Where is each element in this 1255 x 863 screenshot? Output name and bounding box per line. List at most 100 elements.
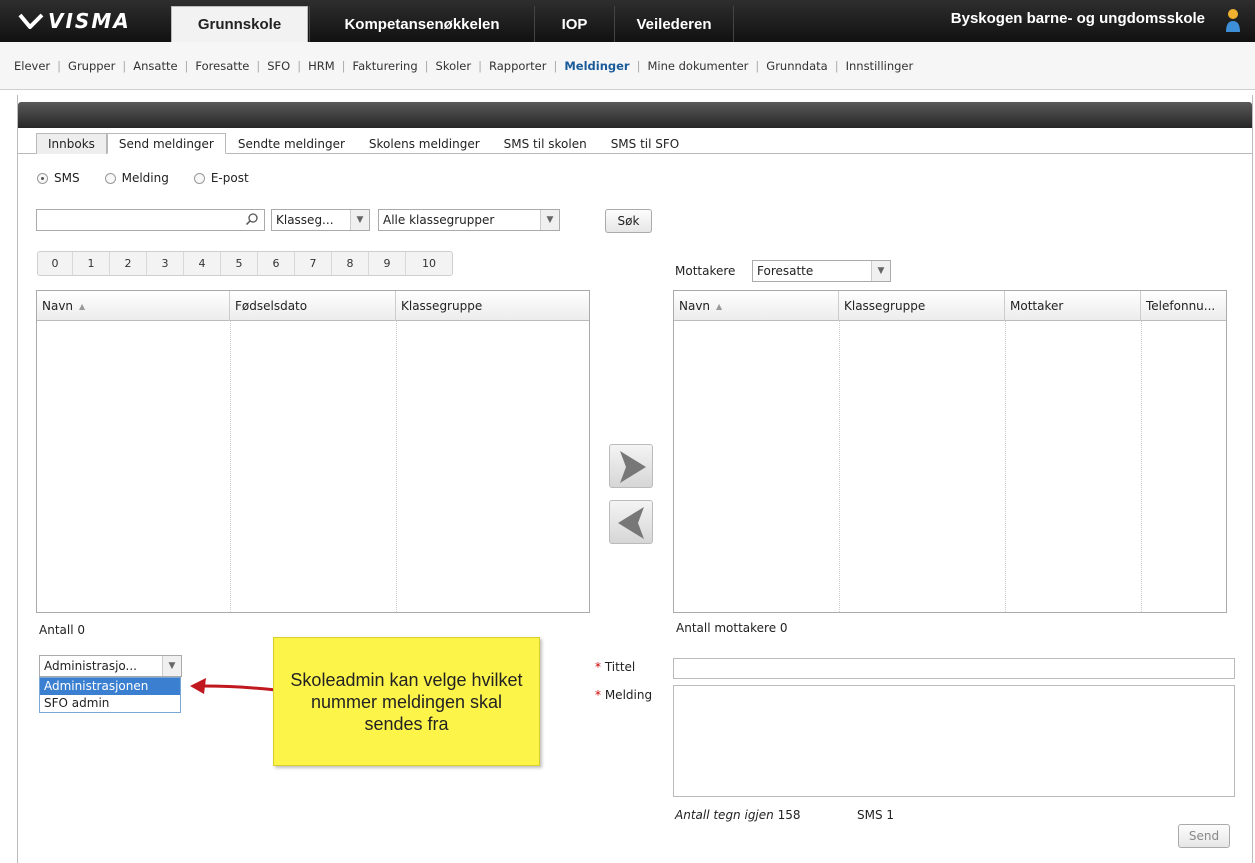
grade-3-button[interactable]: 3 xyxy=(147,252,184,275)
filter-group-value: Alle klassegrupper xyxy=(383,213,495,227)
recipients-label: Mottakere xyxy=(675,264,736,278)
recipients-type-value: Foresatte xyxy=(757,264,814,278)
grade-2-button[interactable]: 2 xyxy=(110,252,147,275)
chevron-down-icon[interactable]: ▼ xyxy=(350,210,369,230)
subnav-items: Elever | Grupper | Ansatte | Foresatte | SFO… xyxy=(14,59,914,73)
sender-option-sfo-admin[interactable]: SFO admin xyxy=(40,695,180,712)
tab-veilederen[interactable]: Veilederen xyxy=(614,6,734,42)
radio-sms[interactable]: SMS xyxy=(37,171,80,185)
students-grid-header: Navn ▲ Fødselsdato Klassegruppe xyxy=(37,291,589,321)
tab-skolens-meldinger[interactable]: Skolens meldinger xyxy=(357,133,492,154)
filter-type-select[interactable]: Klasseg... ▼ xyxy=(271,209,370,231)
grade-7-button[interactable]: 7 xyxy=(295,252,332,275)
grade-5-button[interactable]: 5 xyxy=(221,252,258,275)
subnav-elever[interactable]: Elever xyxy=(14,59,50,73)
chevron-down-icon[interactable]: ▼ xyxy=(540,210,559,230)
column-fodselsdato[interactable]: Fødselsdato xyxy=(230,291,396,321)
sender-dropdown-list: Administrasjonen SFO admin xyxy=(39,677,181,713)
required-marker: * xyxy=(595,688,601,702)
column-klassegruppe-label: Klassegruppe xyxy=(401,299,483,313)
column-recipient-telefonnummer[interactable]: Telefonnu... xyxy=(1141,291,1226,321)
column-klassegruppe[interactable]: Klassegruppe xyxy=(396,291,589,321)
column-recipient-navn-label: Navn xyxy=(679,299,711,313)
recipients-grid: Navn ▲ Klassegruppe Mottaker Telefonnu..… xyxy=(673,290,1227,613)
chevron-down-icon[interactable]: ▼ xyxy=(162,656,181,676)
tab-sendte-meldinger[interactable]: Sendte meldinger xyxy=(226,133,357,154)
grid-column-divider xyxy=(396,321,397,612)
sender-option-administrasjonen[interactable]: Administrasjonen xyxy=(40,678,180,695)
remove-recipients-button[interactable] xyxy=(609,500,653,544)
grade-6-button[interactable]: 6 xyxy=(258,252,295,275)
message-label-text: Melding xyxy=(604,688,653,702)
subnav-hrm[interactable]: HRM xyxy=(308,59,335,73)
search-input[interactable] xyxy=(36,209,265,231)
grade-4-button[interactable]: 4 xyxy=(184,252,221,275)
subnav-fakturering[interactable]: Fakturering xyxy=(353,59,418,73)
radio-epost-dot[interactable] xyxy=(193,172,205,184)
visma-logo[interactable]: VISMA xyxy=(18,6,131,36)
recipients-grid-header: Navn ▲ Klassegruppe Mottaker Telefonnu..… xyxy=(674,291,1226,321)
search-icon[interactable] xyxy=(245,212,259,226)
chevron-down-icon[interactable]: ▼ xyxy=(871,261,890,281)
subnav-sfo[interactable]: SFO xyxy=(267,59,290,73)
grade-1-button[interactable]: 1 xyxy=(73,252,110,275)
grade-8-button[interactable]: 8 xyxy=(332,252,369,275)
column-fodselsdato-label: Fødselsdato xyxy=(235,299,308,313)
tab-sms-til-sfo[interactable]: SMS til SFO xyxy=(599,133,692,154)
send-button[interactable]: Send xyxy=(1178,824,1230,848)
tab-kompetansenokkelen[interactable]: Kompetansenøkkelen xyxy=(309,6,534,42)
filter-group-select[interactable]: Alle klassegrupper ▼ xyxy=(378,209,560,231)
subnav-innstillinger[interactable]: Innstillinger xyxy=(846,59,914,73)
students-count: Antall 0 xyxy=(39,623,85,637)
school-name[interactable]: Byskogen barne- og ungdomsskole xyxy=(951,10,1205,27)
recipients-type-select[interactable]: Foresatte ▼ xyxy=(752,260,891,282)
column-recipient-mottaker-label: Mottaker xyxy=(1010,299,1064,313)
tab-innboks[interactable]: Innboks xyxy=(36,133,107,154)
radio-epost[interactable]: E-post xyxy=(193,171,249,185)
message-type-radios: SMS Melding E-post xyxy=(37,171,249,185)
subnav-mine-dokumenter[interactable]: Mine dokumenter xyxy=(647,59,748,73)
column-recipient-telefonnummer-label: Telefonnu... xyxy=(1146,299,1216,313)
sort-up-icon[interactable]: ▲ xyxy=(79,302,85,311)
tab-send-meldinger[interactable]: Send meldinger xyxy=(106,133,226,154)
chars-left-label: Antall tegn igjen xyxy=(675,808,774,822)
subnav-meldinger[interactable]: Meldinger xyxy=(564,59,629,73)
subnav-ansatte[interactable]: Ansatte xyxy=(133,59,177,73)
grade-9-button[interactable]: 9 xyxy=(369,252,406,275)
column-navn[interactable]: Navn ▲ xyxy=(37,291,230,321)
title-label: * Tittel xyxy=(595,660,635,674)
sender-select[interactable]: Administrasjo... ▼ xyxy=(39,655,182,677)
radio-epost-label: E-post xyxy=(210,171,249,185)
recipients-count: Antall mottakere 0 xyxy=(676,621,788,635)
logo-text: VISMA xyxy=(48,9,131,33)
message-tabs: Innboks Send meldinger Sendte meldinger … xyxy=(36,132,691,154)
radio-melding-dot[interactable] xyxy=(104,172,116,184)
tab-sms-til-skolen[interactable]: SMS til skolen xyxy=(492,133,599,154)
tab-iop[interactable]: IOP xyxy=(534,6,614,42)
students-grid: Navn ▲ Fødselsdato Klassegruppe xyxy=(36,290,590,613)
subnav-skoler[interactable]: Skoler xyxy=(436,59,472,73)
grade-10-button[interactable]: 10 xyxy=(406,252,452,275)
radio-melding[interactable]: Melding xyxy=(104,171,169,185)
panel-header-bar xyxy=(18,102,1252,128)
title-input[interactable] xyxy=(673,658,1235,679)
column-recipient-klassegruppe[interactable]: Klassegruppe xyxy=(839,291,1005,321)
search-button[interactable]: Søk xyxy=(605,209,652,233)
subnav-rapporter[interactable]: Rapporter xyxy=(489,59,546,73)
tab-grunnskole[interactable]: Grunnskole xyxy=(171,6,308,42)
message-label: * Melding xyxy=(595,688,652,702)
grade-0-button[interactable]: 0 xyxy=(38,252,73,275)
radio-sms-dot[interactable] xyxy=(37,172,48,184)
arrow-right-icon xyxy=(620,451,646,483)
sort-up-icon[interactable]: ▲ xyxy=(716,302,722,311)
message-textarea[interactable] xyxy=(673,685,1235,797)
user-icon[interactable] xyxy=(1225,8,1241,34)
subnav-foresatte[interactable]: Foresatte xyxy=(195,59,249,73)
subnav-grupper[interactable]: Grupper xyxy=(68,59,115,73)
grade-number-filter: 0 1 2 3 4 5 6 7 8 9 10 xyxy=(37,251,453,276)
column-recipient-mottaker[interactable]: Mottaker xyxy=(1005,291,1141,321)
add-recipients-button[interactable] xyxy=(609,444,653,488)
subnav-grunndata[interactable]: Grunndata xyxy=(766,59,827,73)
column-navn-label: Navn xyxy=(42,299,74,313)
column-recipient-navn[interactable]: Navn ▲ xyxy=(674,291,839,321)
